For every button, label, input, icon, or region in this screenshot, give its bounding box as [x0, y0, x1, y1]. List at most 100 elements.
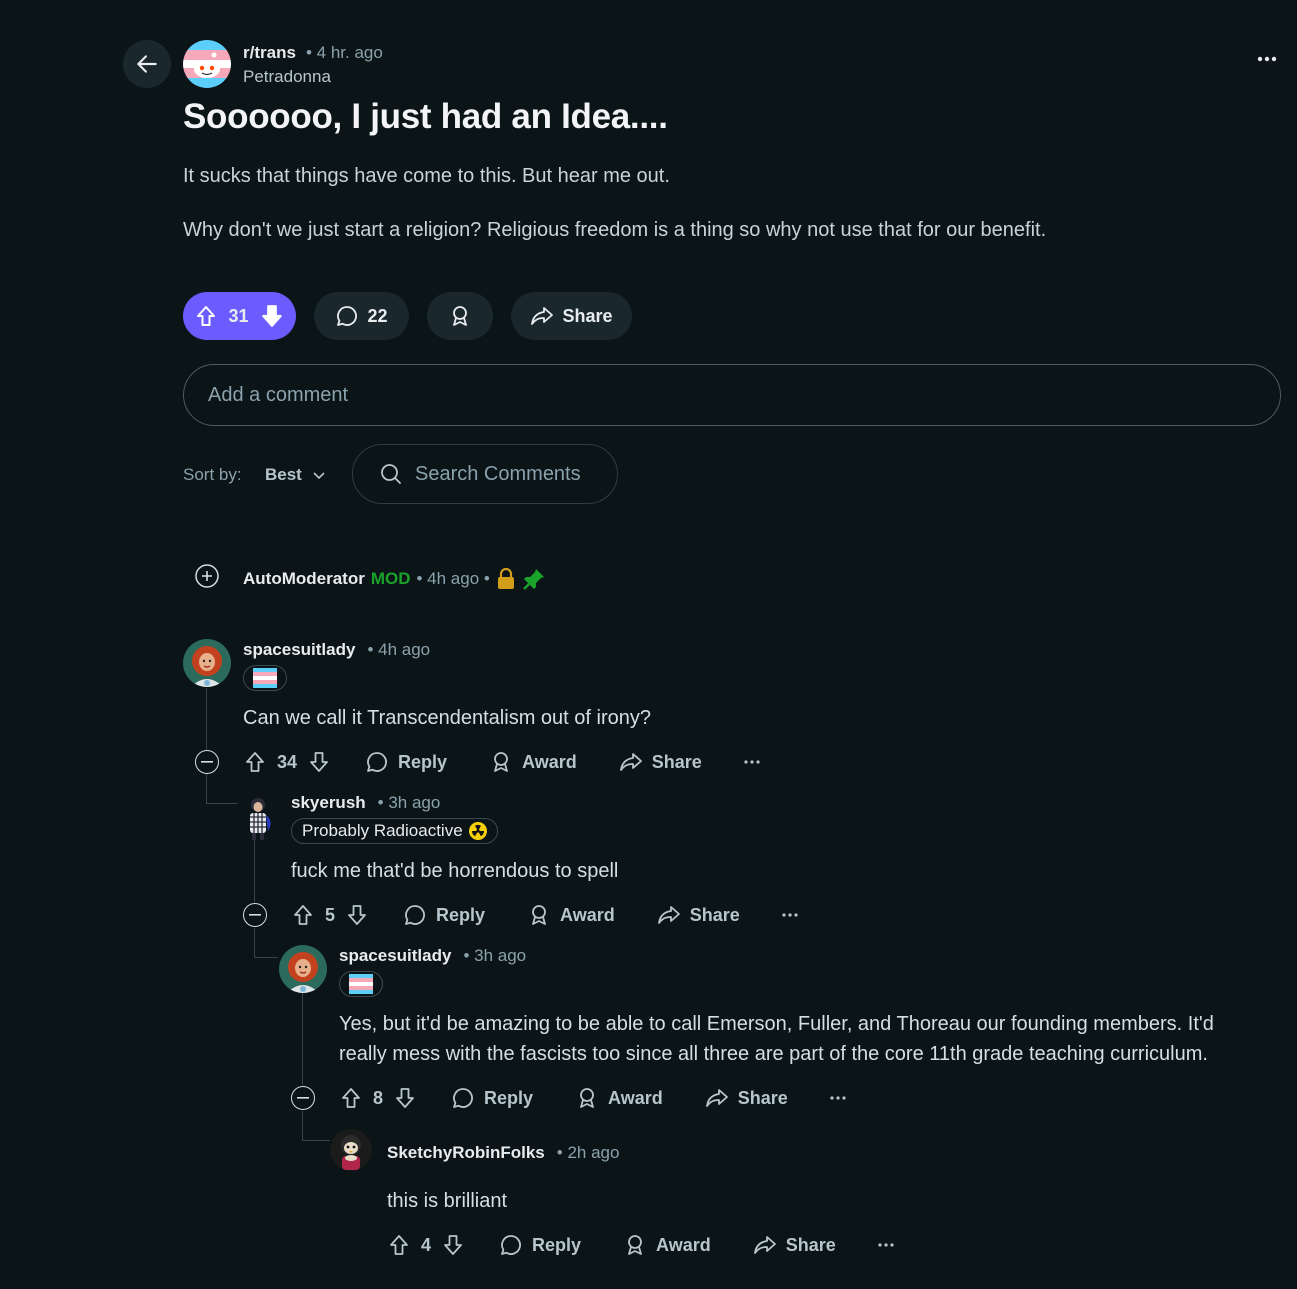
add-comment-placeholder: Add a comment	[208, 383, 349, 406]
share-button[interactable]: Share	[705, 1086, 788, 1110]
award-icon	[494, 752, 508, 772]
comment-username[interactable]: spacesuitlady	[243, 640, 355, 660]
comment-text: Yes, but it'd be amazing to be able to c…	[339, 1013, 1214, 1035]
share-button[interactable]: Share	[511, 292, 632, 340]
comment-username[interactable]: skyerush	[291, 793, 366, 813]
share-icon	[753, 1236, 776, 1254]
comment-icon	[335, 304, 359, 328]
back-button[interactable]	[123, 40, 171, 88]
mod-badge: MOD	[370, 569, 411, 588]
share-label: Share	[562, 305, 613, 326]
award-button[interactable]: Award	[489, 750, 577, 774]
comment-username[interactable]: SketchyRobinFolks	[387, 1143, 545, 1163]
share-icon	[530, 304, 554, 328]
post-time: • 4 hr. ago	[306, 43, 383, 62]
vote-count: 34	[277, 751, 298, 772]
award-button[interactable]	[427, 292, 493, 340]
chevron-down-icon	[312, 468, 326, 482]
comment-time: • 3h ago	[463, 946, 527, 965]
share-button[interactable]: Share	[657, 903, 740, 927]
sort-dropdown[interactable]: Best	[265, 465, 326, 485]
collapse-thread-button[interactable]	[243, 903, 267, 927]
upvote-icon[interactable]	[291, 903, 315, 927]
post-title: Soooooo, I just had an Idea....	[183, 97, 668, 136]
more-options-icon[interactable]	[830, 1096, 846, 1100]
flair-text: Probably Radioactive	[302, 821, 463, 840]
more-options-icon[interactable]	[782, 913, 798, 917]
vote-control: 31	[183, 292, 296, 340]
thread-line	[302, 993, 303, 1085]
avatar[interactable]	[279, 945, 327, 993]
comment-icon	[405, 905, 425, 925]
avatar[interactable]	[183, 639, 231, 687]
comment-text: this is brilliant	[387, 1190, 508, 1212]
upvote-icon[interactable]	[339, 1086, 363, 1110]
avatar[interactable]	[330, 1128, 372, 1172]
award-icon	[580, 1088, 594, 1108]
sort-value: Best	[265, 465, 302, 484]
post-author[interactable]: Petradonna	[243, 67, 331, 87]
comment-time: • 4h ago	[367, 640, 431, 659]
vote-count: 4	[421, 1234, 432, 1255]
radioactive-icon	[468, 822, 487, 840]
trans-flag-icon	[349, 974, 373, 994]
subreddit-name[interactable]: r/trans	[243, 43, 296, 63]
lock-icon	[496, 568, 516, 590]
thread-line	[302, 1111, 303, 1141]
more-options-icon[interactable]	[744, 760, 760, 764]
comment-icon	[367, 752, 387, 772]
comment-count: 22	[367, 305, 388, 326]
subreddit-avatar[interactable]	[183, 40, 231, 88]
thread-line	[206, 774, 207, 804]
add-comment-input[interactable]: Add a comment	[183, 364, 1281, 426]
thread-line	[254, 840, 255, 902]
comment-header: spacesuitlady • 3h ago	[339, 946, 526, 966]
thread-connector	[206, 803, 238, 804]
award-icon	[448, 304, 472, 328]
post-body-paragraph: Why don't we just start a religion? Reli…	[183, 219, 1047, 241]
award-button[interactable]: Award	[623, 1233, 711, 1257]
reply-button[interactable]: Reply	[451, 1086, 533, 1110]
upvote-icon[interactable]	[243, 750, 267, 774]
vote-count: 5	[325, 904, 336, 925]
comment-actions: 34 Reply Award Share	[243, 749, 760, 775]
downvote-icon[interactable]	[307, 750, 331, 774]
collapse-thread-button[interactable]	[195, 750, 219, 774]
comment-actions: 5 Reply Award Share	[291, 902, 798, 928]
downvote-icon[interactable]	[259, 303, 285, 329]
user-flair: Probably Radioactive	[291, 818, 498, 844]
more-options-icon[interactable]	[878, 1243, 894, 1247]
sort-label: Sort by:	[183, 465, 242, 484]
downvote-icon[interactable]	[393, 1086, 417, 1110]
comment-username[interactable]: AutoModerator	[243, 569, 365, 589]
upvote-icon[interactable]	[387, 1233, 411, 1257]
thread-connector	[254, 957, 278, 958]
comment-icon	[501, 1235, 521, 1255]
downvote-icon[interactable]	[345, 903, 369, 927]
arrow-left-icon	[134, 51, 160, 77]
share-button[interactable]: Share	[619, 750, 702, 774]
user-flair	[243, 665, 287, 691]
award-button[interactable]: Award	[575, 1086, 663, 1110]
avatar[interactable]	[239, 795, 277, 841]
upvote-icon[interactable]	[194, 304, 218, 328]
thread-line	[206, 688, 207, 750]
pin-icon	[522, 567, 546, 591]
thread-connector	[302, 1140, 330, 1141]
collapse-thread-button[interactable]	[291, 1086, 315, 1110]
reply-button[interactable]: Reply	[403, 903, 485, 927]
comment-time: • 2h ago	[556, 1143, 620, 1162]
downvote-icon[interactable]	[441, 1233, 465, 1257]
reply-button[interactable]: Reply	[365, 750, 447, 774]
comment-username[interactable]: spacesuitlady	[339, 946, 451, 966]
award-button[interactable]: Award	[527, 903, 615, 927]
vote-count: 8	[373, 1087, 384, 1108]
share-button[interactable]: Share	[753, 1233, 836, 1257]
comment-header: AutoModerator MOD • 4h ago •	[243, 567, 546, 591]
share-icon	[619, 753, 642, 771]
reply-button[interactable]: Reply	[499, 1233, 581, 1257]
expand-comment-button[interactable]	[195, 564, 219, 588]
comments-button[interactable]: 22	[314, 292, 409, 340]
more-options-icon[interactable]	[1257, 56, 1277, 62]
search-comments-input[interactable]: Search Comments	[352, 444, 618, 504]
